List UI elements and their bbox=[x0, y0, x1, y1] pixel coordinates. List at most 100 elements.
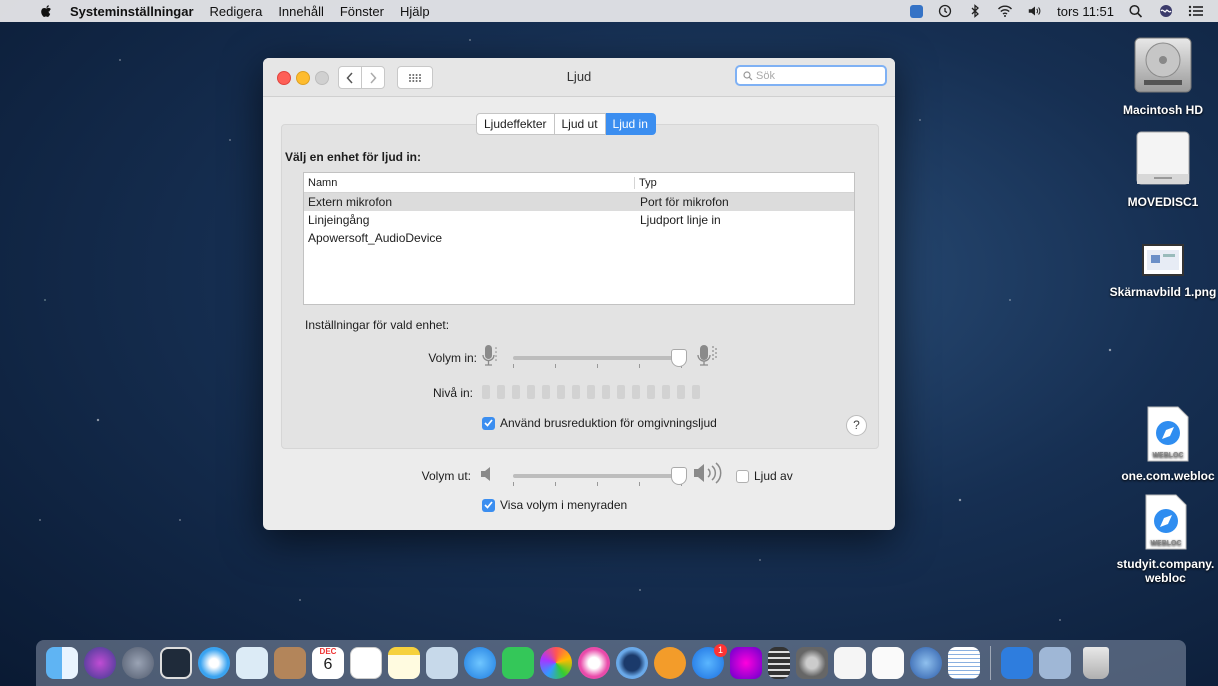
imovie-icon[interactable] bbox=[730, 647, 762, 679]
device-name: Apowersoft_AudioDevice bbox=[308, 231, 443, 245]
desktop-icon-one-webloc[interactable]: WEBLOC one.com.webloc bbox=[1118, 406, 1218, 483]
table-row[interactable]: Extern mikrofon Port för mikrofon bbox=[304, 193, 854, 211]
level-segment bbox=[542, 385, 550, 399]
show-volume-menubar-label: Visa volym i menyraden bbox=[500, 498, 628, 512]
photo-booth-icon[interactable] bbox=[426, 647, 458, 679]
table-row[interactable]: Linjeingång Ljudport linje in bbox=[304, 211, 854, 229]
level-segment bbox=[692, 385, 700, 399]
menu-hjalp[interactable]: Hjälp bbox=[400, 4, 430, 19]
app-store-badge: 1 bbox=[714, 644, 727, 657]
dock-separator bbox=[990, 646, 991, 680]
bluetooth-icon[interactable] bbox=[967, 4, 983, 18]
spotlight-search-icon[interactable] bbox=[1128, 4, 1144, 18]
level-segment bbox=[557, 385, 565, 399]
tab-ljudeffekter[interactable]: Ljudeffekter bbox=[476, 113, 555, 135]
text-document-icon[interactable] bbox=[948, 647, 980, 679]
photos-icon[interactable] bbox=[540, 647, 572, 679]
document-blank-icon[interactable] bbox=[872, 647, 904, 679]
siri-icon[interactable] bbox=[84, 647, 116, 679]
thunderbird-icon[interactable] bbox=[910, 647, 942, 679]
wifi-icon[interactable] bbox=[997, 4, 1013, 18]
level-segment bbox=[572, 385, 580, 399]
launchpad-icon[interactable] bbox=[122, 647, 154, 679]
search-placeholder: Sök bbox=[756, 69, 775, 82]
desktop-icon-label: Macintosh HD bbox=[1122, 103, 1203, 117]
safari-icon[interactable] bbox=[198, 647, 230, 679]
webloc-file-icon: WEBLOC bbox=[1145, 494, 1186, 550]
mute-checkbox[interactable]: Ljud av bbox=[736, 469, 793, 483]
finder-icon[interactable] bbox=[46, 647, 78, 679]
menu-fonster[interactable]: Fönster bbox=[340, 4, 384, 19]
trash-icon[interactable] bbox=[1083, 647, 1109, 679]
downloads-icon[interactable] bbox=[1039, 647, 1071, 679]
itunes-icon[interactable] bbox=[578, 647, 610, 679]
menu-clock[interactable]: tors 11:51 bbox=[1057, 4, 1114, 19]
teamviewer-icon[interactable] bbox=[1001, 647, 1033, 679]
calendar-icon[interactable]: DEC 6 bbox=[312, 647, 344, 679]
document-icon[interactable] bbox=[834, 647, 866, 679]
notes-icon[interactable] bbox=[388, 647, 420, 679]
desktop-icon-label: studyit.company.webloc bbox=[1116, 557, 1215, 585]
level-segment bbox=[497, 385, 505, 399]
facetime-icon[interactable] bbox=[502, 647, 534, 679]
level-segment bbox=[482, 385, 490, 399]
time-machine-icon[interactable] bbox=[937, 4, 953, 18]
mission-control-icon[interactable] bbox=[160, 647, 192, 679]
volume-in-knob[interactable] bbox=[670, 349, 687, 367]
device-name: Linjeingång bbox=[308, 213, 370, 227]
volume-out-knob[interactable] bbox=[670, 467, 687, 485]
apple-menu-icon[interactable] bbox=[40, 4, 54, 18]
tab-ljud-ut[interactable]: Ljud ut bbox=[554, 113, 606, 135]
checkbox-unchecked-icon[interactable] bbox=[736, 469, 749, 483]
checkbox-checked-icon[interactable] bbox=[482, 416, 495, 430]
search-field[interactable]: Sök bbox=[735, 65, 887, 86]
device-list-heading: Välj en enhet för ljud in: bbox=[285, 150, 422, 164]
level-segment bbox=[617, 385, 625, 399]
external-drive-icon bbox=[1136, 131, 1190, 185]
film-strip-icon[interactable] bbox=[768, 647, 790, 679]
desktop-icon-studyit-webloc[interactable]: WEBLOC studyit.company.webloc bbox=[1113, 494, 1218, 585]
volume-icon[interactable] bbox=[1027, 4, 1043, 18]
reminders-icon[interactable] bbox=[350, 647, 382, 679]
messages-icon[interactable] bbox=[464, 647, 496, 679]
volume-out-label: Volym ut: bbox=[421, 469, 471, 483]
noise-reduction-label: Använd brusreduktion för omgivningsljud bbox=[500, 416, 717, 430]
help-button[interactable]: ? bbox=[846, 415, 867, 436]
preview-icon[interactable] bbox=[236, 647, 268, 679]
level-segment bbox=[527, 385, 535, 399]
menu-redigera[interactable]: Redigera bbox=[210, 4, 263, 19]
desktop-icon-screenshot[interactable]: Skärmavbild 1.png bbox=[1108, 242, 1218, 299]
device-settings-label: Inställningar för vald enhet: bbox=[305, 318, 450, 332]
level-segment bbox=[647, 385, 655, 399]
desktop-icon-movedisc1[interactable]: MOVEDISC1 bbox=[1108, 130, 1218, 209]
teamviewer-icon[interactable] bbox=[910, 4, 924, 18]
system-preferences-icon[interactable] bbox=[796, 647, 828, 679]
tab-ljud-in[interactable]: Ljud in bbox=[605, 113, 656, 135]
notification-center-icon[interactable] bbox=[1188, 4, 1204, 18]
volume-out-slider[interactable] bbox=[513, 474, 683, 478]
window-titlebar[interactable]: Ljud Sök bbox=[263, 58, 895, 97]
level-segment bbox=[602, 385, 610, 399]
menu-app-name[interactable]: Systeminställningar bbox=[70, 4, 194, 19]
speaker-high-icon bbox=[694, 462, 722, 484]
show-volume-menubar-checkbox[interactable]: Visa volym i menyraden bbox=[482, 498, 627, 512]
column-header-name[interactable]: Namn bbox=[304, 176, 635, 189]
quicktime-icon[interactable] bbox=[616, 647, 648, 679]
siri-icon[interactable] bbox=[1158, 4, 1174, 18]
contacts-icon[interactable] bbox=[274, 647, 306, 679]
checkbox-checked-icon[interactable] bbox=[482, 498, 495, 512]
level-segment bbox=[662, 385, 670, 399]
menu-bar: Systeminställningar Redigera Innehåll Fö… bbox=[0, 0, 1218, 22]
volume-in-slider[interactable] bbox=[513, 356, 683, 360]
speaker-low-icon bbox=[481, 467, 490, 481]
device-table[interactable]: Namn Typ Extern mikrofon Port för mikrof… bbox=[303, 172, 855, 305]
column-header-type[interactable]: Typ bbox=[635, 177, 657, 189]
menu-innehall[interactable]: Innehåll bbox=[278, 4, 324, 19]
ibooks-icon[interactable] bbox=[654, 647, 686, 679]
mute-label: Ljud av bbox=[754, 469, 793, 483]
noise-reduction-checkbox[interactable]: Använd brusreduktion för omgivningsljud bbox=[482, 416, 717, 430]
table-row[interactable]: Apowersoft_AudioDevice bbox=[304, 229, 854, 247]
app-store-icon[interactable]: 1 bbox=[692, 644, 727, 679]
level-segment bbox=[587, 385, 595, 399]
desktop-icon-macintosh-hd[interactable]: Macintosh HD bbox=[1108, 36, 1218, 117]
